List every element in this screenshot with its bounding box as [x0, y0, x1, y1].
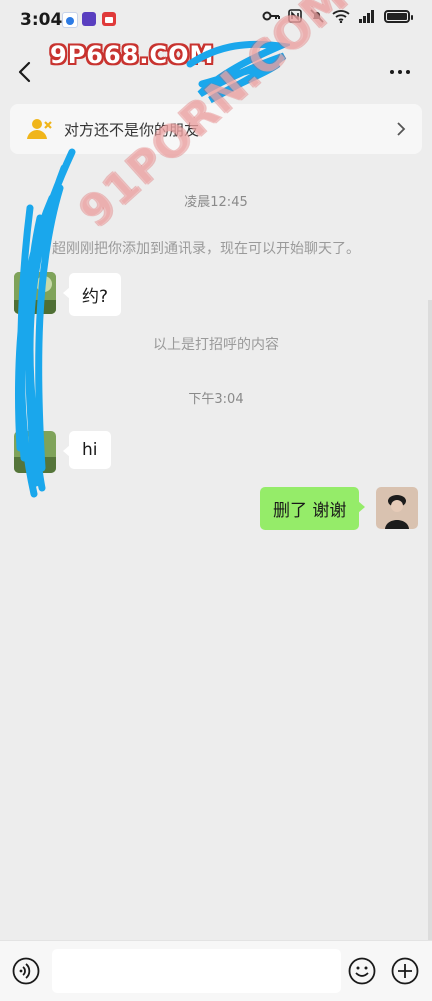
system-message-added: 超刚刚把你添加到通讯录，现在可以开始聊天了。	[52, 241, 360, 257]
emoji-icon[interactable]	[348, 957, 376, 985]
plus-icon[interactable]	[391, 957, 419, 985]
browser-icon	[62, 12, 78, 28]
my-avatar[interactable]	[376, 487, 418, 529]
app-icon	[82, 12, 96, 26]
scrollbar[interactable]	[428, 300, 432, 940]
more-icon[interactable]	[388, 62, 412, 82]
chevron-left-icon[interactable]	[14, 60, 36, 84]
input-bar	[0, 940, 432, 1001]
signal-icon	[359, 10, 374, 23]
user-warning-icon	[27, 119, 52, 139]
message-bubble-sent[interactable]: 删了 谢谢	[260, 487, 366, 530]
battery-icon	[384, 9, 413, 23]
voice-icon[interactable]	[12, 957, 40, 985]
status-time: 3:04	[20, 10, 63, 30]
video-app-icon	[102, 12, 116, 26]
message-input[interactable]	[52, 949, 341, 993]
chevron-right-icon	[397, 122, 406, 136]
